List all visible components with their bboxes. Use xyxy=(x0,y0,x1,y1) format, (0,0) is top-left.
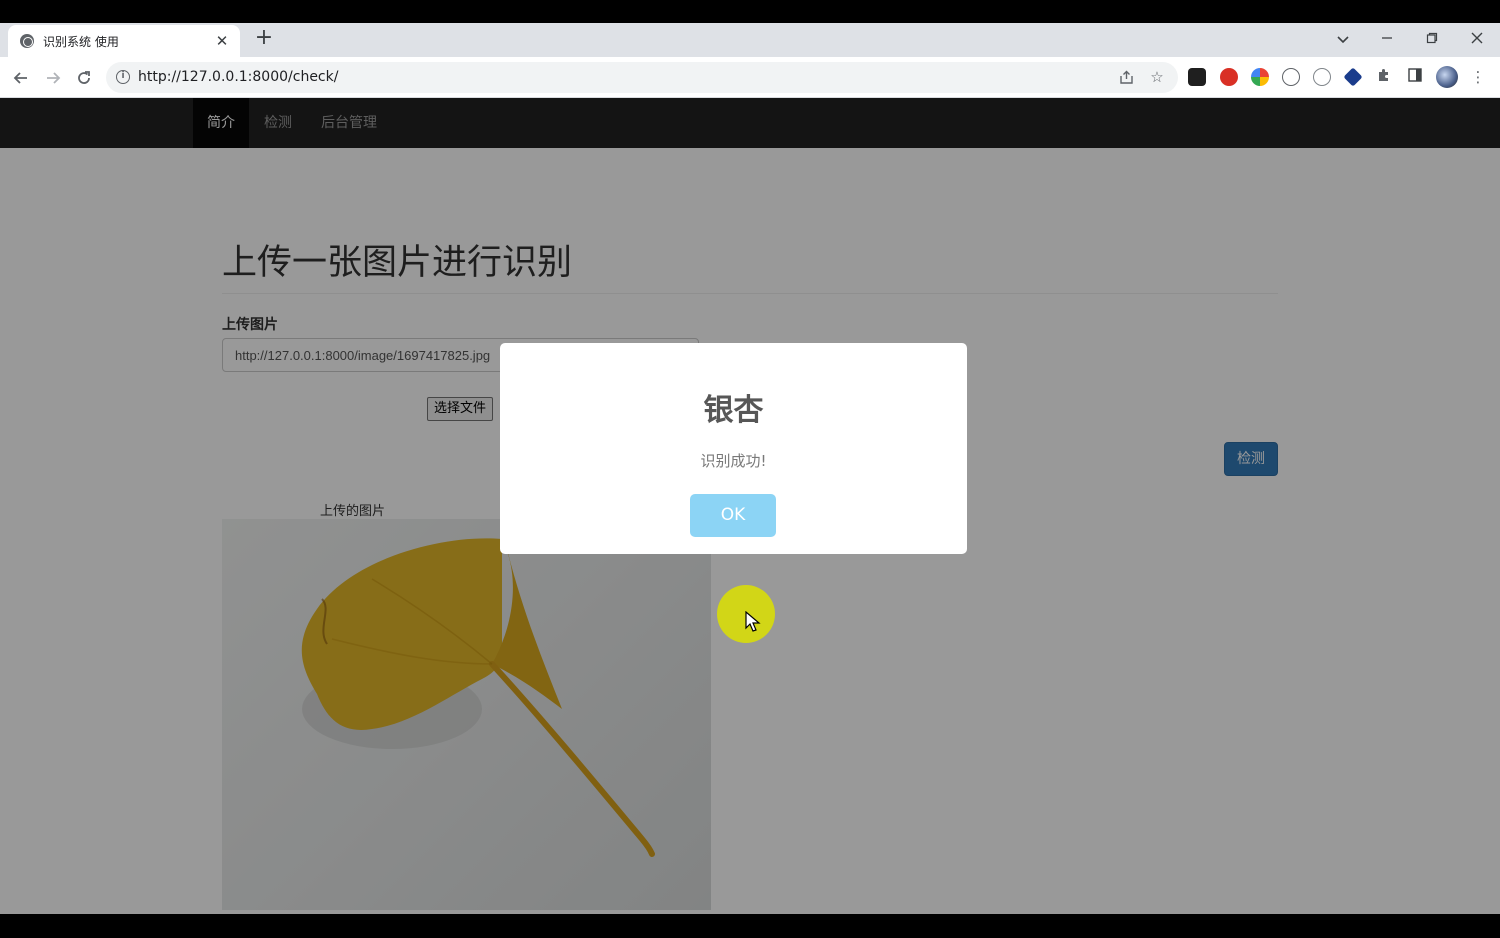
ok-button[interactable]: OK xyxy=(690,494,776,537)
extension-red-icon[interactable] xyxy=(1220,68,1238,86)
back-icon[interactable] xyxy=(8,65,34,91)
bookmark-star-icon[interactable]: ☆ xyxy=(1147,67,1167,87)
extension-openai-icon[interactable] xyxy=(1313,68,1331,86)
close-window-icon[interactable] xyxy=(1462,27,1492,51)
tab-close-icon[interactable]: ✕ xyxy=(214,33,230,49)
extension-hexagon-icon[interactable] xyxy=(1343,67,1363,87)
tab-strip: 识别系统 使用 ✕ + xyxy=(0,23,1500,57)
mouse-cursor-icon xyxy=(745,611,761,632)
side-panel-icon[interactable] xyxy=(1405,67,1425,87)
extension-face-icon[interactable] xyxy=(1282,68,1300,86)
share-icon[interactable] xyxy=(1116,67,1136,87)
browser-toolbar: i http://127.0.0.1:8000/check/ ☆ ⋮ xyxy=(0,57,1500,98)
tab-title: 识别系统 使用 xyxy=(43,34,119,49)
minimize-icon[interactable] xyxy=(1372,27,1402,51)
screen: 识别系统 使用 ✕ + i http://127.0.0.1:8000/chec… xyxy=(0,0,1500,938)
browser-tab[interactable]: 识别系统 使用 ✕ xyxy=(8,25,240,57)
web-page: 简介 检测 后台管理 上传一张图片进行识别 上传图片 选择文件 检测 上传的图片 xyxy=(0,98,1500,914)
tab-search-icon[interactable] xyxy=(1328,27,1358,51)
extension-color-wheel-icon[interactable] xyxy=(1251,68,1269,86)
globe-icon xyxy=(20,34,34,48)
extension-tampermonkey-icon[interactable] xyxy=(1188,68,1206,86)
forward-icon[interactable] xyxy=(40,65,66,91)
address-url: http://127.0.0.1:8000/check/ xyxy=(138,69,339,85)
result-message: 识别成功! xyxy=(700,452,767,470)
new-tab-button[interactable]: + xyxy=(252,27,276,51)
browser-window: 识别系统 使用 ✕ + i http://127.0.0.1:8000/chec… xyxy=(0,23,1500,914)
extensions-puzzle-icon[interactable] xyxy=(1374,67,1394,87)
browser-menu-icon[interactable]: ⋮ xyxy=(1468,67,1488,87)
restore-icon[interactable] xyxy=(1417,27,1447,51)
reload-icon[interactable] xyxy=(71,65,97,91)
site-info-icon[interactable]: i xyxy=(116,70,130,84)
profile-avatar[interactable] xyxy=(1436,66,1458,88)
address-bar[interactable]: i http://127.0.0.1:8000/check/ ☆ xyxy=(106,62,1178,93)
result-dialog: 银杏 识别成功! OK xyxy=(500,343,967,554)
result-title: 银杏 xyxy=(703,393,764,428)
